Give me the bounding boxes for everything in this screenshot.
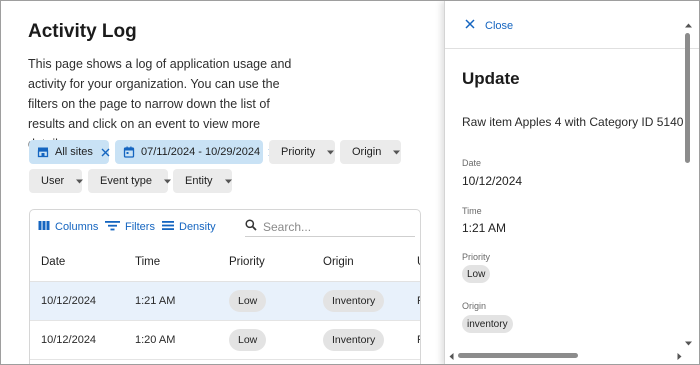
filter-chip-user-label: User (41, 175, 65, 187)
filter-chip-origin-label: Origin (352, 146, 382, 158)
search-icon (245, 218, 257, 236)
origin-badge: Inventory (323, 290, 385, 312)
grid-header: Date Time Priority Origin U (30, 244, 420, 282)
column-header-origin[interactable]: Origin (323, 256, 354, 268)
chevron-down-icon (163, 179, 171, 184)
column-header-priority[interactable]: Priority (229, 256, 265, 268)
detail-description: Raw item Apples 4 with Category ID 5140 … (462, 115, 685, 129)
detail-panel: Close Update Raw item Apples 4 with Cate… (444, 1, 699, 364)
filters-button-label: Filters (125, 221, 155, 233)
calendar-icon (123, 146, 135, 158)
grid-toolbar: Columns Filters Density (30, 210, 420, 244)
close-icon[interactable] (101, 148, 110, 157)
page-title: Activity Log (28, 21, 137, 42)
filter-chip-entity[interactable]: Entity (173, 169, 232, 193)
filter-icon (105, 220, 125, 234)
cell-user: P (417, 334, 420, 346)
filter-chip-entity-label: Entity (185, 175, 213, 187)
horizontal-scrollbar[interactable] (445, 349, 685, 361)
cell-date: 10/12/2024 (41, 334, 97, 346)
grid-search[interactable] (245, 217, 415, 237)
table-row[interactable]: 10/12/2024 1:20 AM Low Inventory P (30, 321, 420, 360)
store-icon (37, 146, 49, 158)
filter-chip-date-range-label: 07/11/2024 - 10/29/2024 (141, 146, 261, 158)
field-label-time: Time (462, 206, 482, 216)
vertical-scrollbar[interactable] (683, 21, 693, 349)
search-input[interactable] (263, 219, 393, 234)
density-button-label: Density (179, 221, 216, 233)
cell-time: 1:21 AM (135, 295, 176, 307)
detail-title: Update (462, 69, 520, 88)
filter-chip-event-type-label: Event type (100, 175, 152, 187)
filter-chip-origin[interactable]: Origin (340, 140, 401, 164)
detail-panel-header: Close (445, 1, 699, 49)
chevron-down-icon (224, 179, 232, 184)
field-label-date: Date (462, 158, 482, 168)
filter-chip-date-range[interactable]: 07/11/2024 - 10/29/2024 (115, 140, 277, 164)
column-header-time[interactable]: Time (135, 256, 160, 268)
close-button[interactable]: Close (465, 19, 513, 32)
priority-badge: Low (229, 290, 267, 312)
page-description: This page shows a log of application usa… (28, 57, 292, 151)
priority-badge: Low (229, 329, 267, 351)
main-content: Activity Log This page shows a log of ap… (1, 1, 445, 364)
close-button-label: Close (485, 19, 514, 32)
filter-chip-priority-label: Priority (281, 146, 316, 158)
column-header-date[interactable]: Date (41, 256, 65, 268)
cell-time: 1:20 AM (135, 334, 176, 346)
field-value-time: 1:21 AM (462, 221, 507, 235)
column-header-user[interactable]: U (417, 256, 420, 268)
density-icon (162, 220, 179, 234)
scroll-down-arrow[interactable] (683, 339, 693, 347)
cell-date: 10/12/2024 (41, 295, 97, 307)
close-icon (465, 19, 485, 32)
table-row[interactable]: 10/12/2024 1:21 AM Low Inventory P (30, 282, 420, 321)
columns-button[interactable]: Columns (38, 220, 98, 234)
density-button[interactable]: Density (162, 220, 216, 234)
field-value-date: 10/12/2024 (462, 174, 523, 188)
chevron-down-icon (76, 179, 84, 184)
filters-button[interactable]: Filters (105, 220, 155, 234)
filter-chip-priority[interactable]: Priority (269, 140, 335, 164)
columns-icon (38, 220, 55, 234)
activity-grid: Columns Filters Density Search... Date T… (29, 209, 421, 364)
detail-panel-body: Update Raw item Apples 4 with Category I… (445, 49, 685, 351)
horizontal-scroll-thumb[interactable] (458, 353, 578, 358)
chevron-down-icon (327, 150, 335, 155)
scroll-right-arrow[interactable] (675, 351, 683, 361)
priority-badge: Low (462, 265, 491, 283)
field-label-origin: Origin (462, 301, 487, 311)
columns-button-label: Columns (55, 221, 99, 233)
app-frame: Activity Log This page shows a log of ap… (0, 0, 700, 365)
origin-badge: Inventory (323, 329, 385, 351)
filter-chip-user[interactable]: User (29, 169, 84, 193)
filter-chip-event-type[interactable]: Event type (88, 169, 171, 193)
cell-user: P (417, 295, 420, 307)
scroll-up-arrow[interactable] (683, 21, 693, 29)
vertical-scroll-thumb[interactable] (685, 33, 690, 163)
filter-chip-sites-label: All sites (55, 146, 93, 158)
scroll-left-arrow[interactable] (447, 351, 455, 361)
field-label-priority: Priority (462, 252, 491, 262)
filter-chip-sites[interactable]: All sites (29, 140, 110, 164)
chevron-down-icon (393, 150, 401, 155)
origin-badge: inventory (462, 315, 513, 333)
